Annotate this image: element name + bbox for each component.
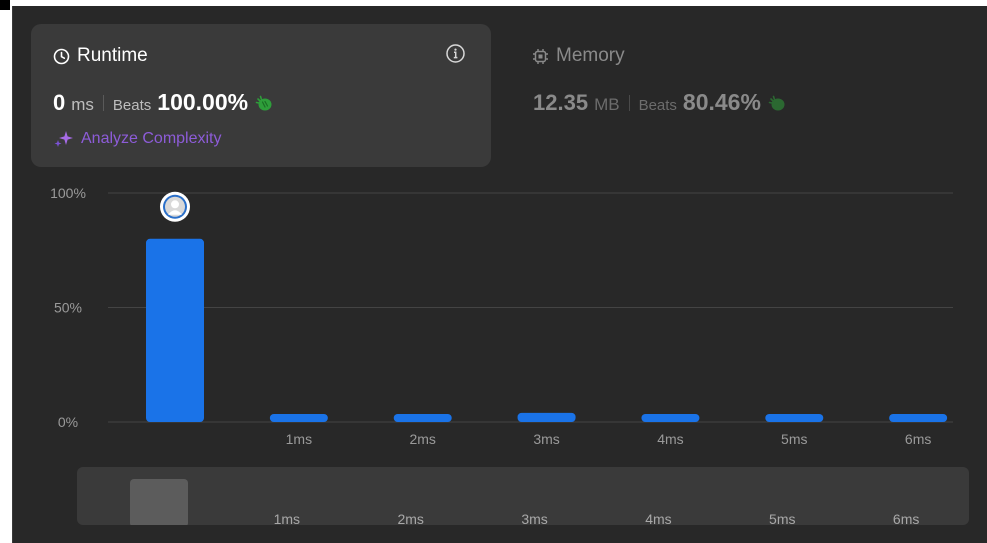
runtime-distribution-chart: 0% 50% 100% 1ms 2ms 3ms 4ms 5ms 6ms xyxy=(50,185,953,447)
y-tick-label: 0% xyxy=(58,414,78,430)
y-tick-label: 100% xyxy=(50,185,86,201)
minimap-label: 4ms xyxy=(630,511,687,525)
minimap-label: 1ms xyxy=(258,511,315,525)
chart-bar[interactable] xyxy=(269,413,328,422)
x-axis-labels: 1ms 2ms 3ms 4ms 5ms 6ms xyxy=(286,431,932,447)
minimap-label: 6ms xyxy=(878,511,935,525)
minimap-label: 5ms xyxy=(754,511,811,525)
chart-gridlines xyxy=(108,192,953,423)
y-tick-label: 50% xyxy=(54,300,82,316)
x-tick-label: 1ms xyxy=(286,431,312,447)
x-tick-label: 5ms xyxy=(781,431,807,447)
user-avatar-icon[interactable] xyxy=(160,191,190,222)
x-tick-label: 3ms xyxy=(533,431,559,447)
x-tick-label: 6ms xyxy=(905,431,931,447)
minimap-range-handle[interactable] xyxy=(130,479,188,525)
distribution-minimap[interactable]: 1ms 2ms 3ms 4ms 5ms 6ms xyxy=(77,467,969,525)
minimap-label: 3ms xyxy=(506,511,563,525)
chart-bar[interactable] xyxy=(765,413,824,422)
chart-bar[interactable] xyxy=(641,413,700,422)
chart-bar[interactable] xyxy=(146,238,204,422)
y-axis-ticks: 0% 50% 100% xyxy=(50,185,86,430)
chart-bars xyxy=(146,238,948,422)
chart-bar[interactable] xyxy=(517,412,576,422)
chart-bar[interactable] xyxy=(889,413,948,422)
x-tick-label: 4ms xyxy=(657,431,683,447)
minimap-label: 2ms xyxy=(382,511,439,525)
x-tick-label: 2ms xyxy=(409,431,435,447)
chart-bar[interactable] xyxy=(393,413,452,422)
